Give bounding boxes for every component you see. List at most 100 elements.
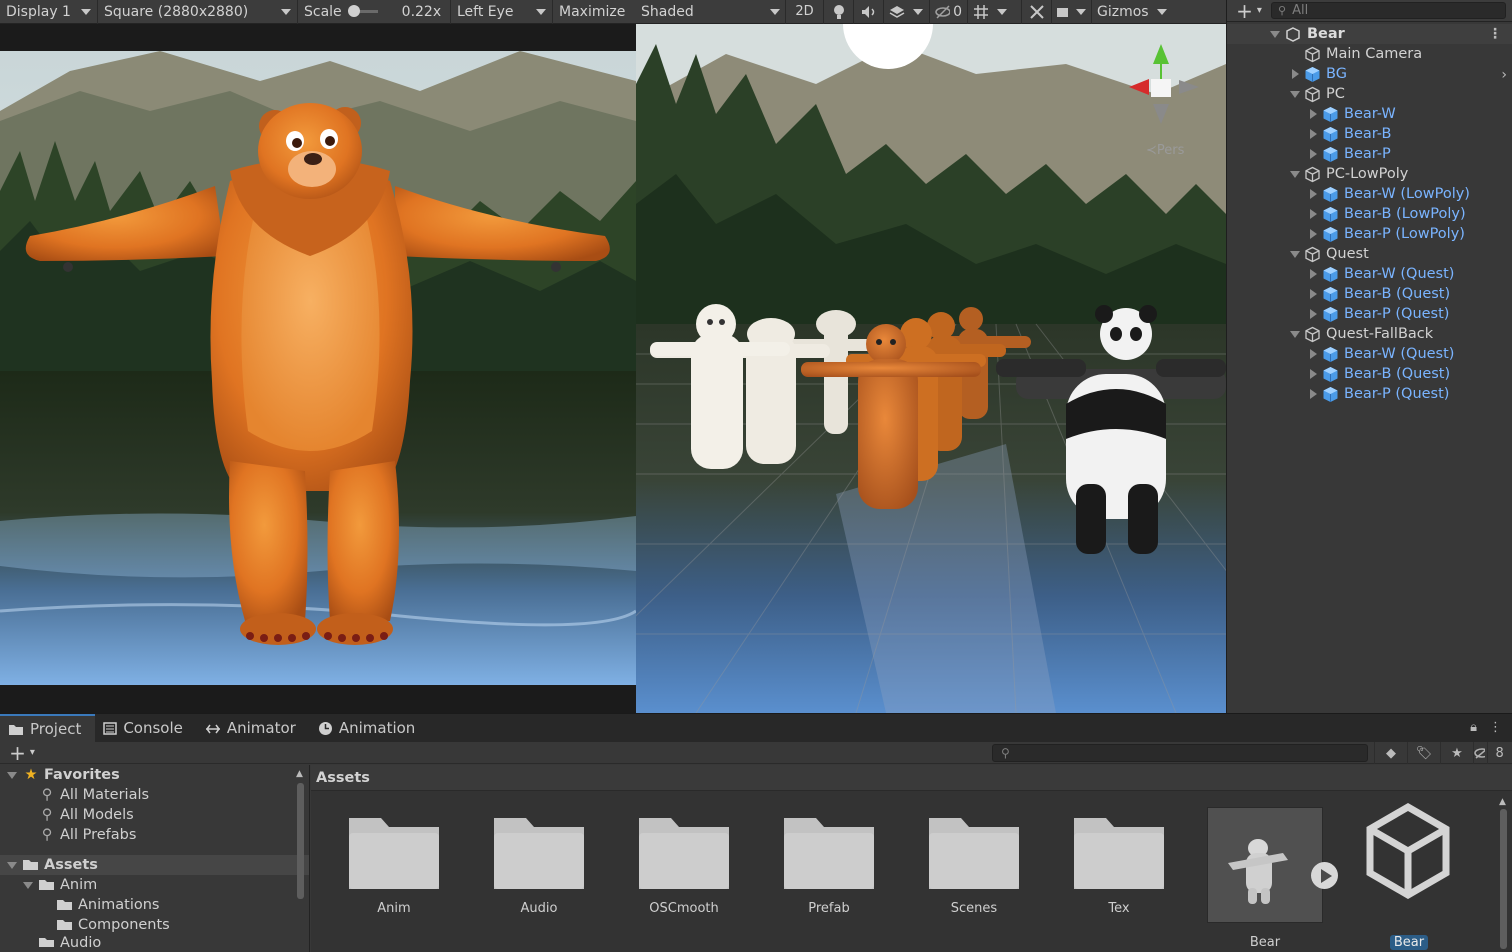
- hierarchy-item[interactable]: Bear-W (Quest): [1227, 264, 1512, 284]
- expand-arrow-icon[interactable]: [1269, 28, 1281, 40]
- lock-icon[interactable]: 🔒︎: [1470, 720, 1477, 735]
- expand-arrow-icon[interactable]: [22, 879, 34, 891]
- create-button[interactable]: + ▾: [1227, 0, 1271, 23]
- display-dropdown[interactable]: Display 1: [0, 0, 98, 24]
- shading-dropdown[interactable]: Shaded: [636, 0, 786, 24]
- expand-arrow-icon[interactable]: [1307, 368, 1319, 380]
- expand-arrow-icon[interactable]: [1307, 268, 1319, 280]
- folder-row-anim[interactable]: Anim: [0, 875, 309, 895]
- hierarchy-item[interactable]: Bear-B (Quest): [1227, 364, 1512, 384]
- expand-arrow-icon[interactable]: [1289, 168, 1301, 180]
- grid-dropdown[interactable]: [968, 0, 1022, 24]
- assets-row[interactable]: Assets: [0, 855, 309, 875]
- effects-dropdown[interactable]: [884, 0, 930, 24]
- expand-arrow-icon[interactable]: [1307, 228, 1319, 240]
- expand-arrow-icon[interactable]: [1307, 128, 1319, 140]
- hierarchy-item[interactable]: Bear-W (Quest): [1227, 344, 1512, 364]
- prefab-cube-icon: [1305, 66, 1320, 82]
- project-create-button[interactable]: + ▾: [0, 741, 44, 765]
- filter-by-type-icon[interactable]: ◆: [1374, 742, 1407, 764]
- open-prefab-chevron-icon[interactable]: ›: [1501, 67, 1507, 83]
- expand-arrow-icon[interactable]: [1307, 388, 1319, 400]
- game-view[interactable]: Display 1 Square (2880x2880) Scale 0.22x…: [0, 0, 636, 713]
- favorite-item[interactable]: ⚲ All Materials: [0, 785, 309, 805]
- hierarchy-item[interactable]: Bear-B (LowPoly): [1227, 204, 1512, 224]
- hierarchy-item[interactable]: Bear-W: [1227, 104, 1512, 124]
- hierarchy-item[interactable]: Bear-W (LowPoly): [1227, 184, 1512, 204]
- gizmos-dropdown[interactable]: Gizmos: [1092, 0, 1178, 24]
- expand-arrow-icon[interactable]: [1307, 288, 1319, 300]
- hierarchy-item[interactable]: Main Camera: [1227, 44, 1512, 64]
- asset-folder[interactable]: Tex: [1064, 813, 1174, 916]
- 2d-toggle[interactable]: 2D: [786, 0, 824, 24]
- hierarchy-item[interactable]: Bear-B (Quest): [1227, 284, 1512, 304]
- hierarchy-search-input[interactable]: ⚲ All: [1271, 2, 1506, 19]
- scale-slider-knob[interactable]: [347, 5, 360, 17]
- tools-toggle[interactable]: [1022, 0, 1052, 24]
- favorite-item[interactable]: ⚲ All Models: [0, 805, 309, 825]
- assets-scrollbar[interactable]: ▲: [1499, 797, 1508, 949]
- scene-view[interactable]: Shaded 2D 0 Gizmos ≺Pers: [636, 0, 1226, 713]
- eye-dropdown[interactable]: Left Eye: [451, 0, 553, 24]
- scale-control[interactable]: Scale 0.22x: [298, 0, 451, 24]
- asset-folder[interactable]: Anim: [339, 813, 449, 916]
- hierarchy-item[interactable]: Bear-P (Quest): [1227, 384, 1512, 404]
- tab-animation[interactable]: Animation: [310, 714, 429, 742]
- hierarchy-item[interactable]: PC: [1227, 84, 1512, 104]
- hierarchy-item[interactable]: Quest-FallBack: [1227, 324, 1512, 344]
- filter-by-label-icon[interactable]: 🏷︎: [1407, 742, 1440, 764]
- expand-prefab-play-icon[interactable]: [1311, 862, 1338, 889]
- kebab-menu-icon[interactable]: ⋮: [1489, 720, 1502, 735]
- aspect-dropdown[interactable]: Square (2880x2880): [98, 0, 298, 24]
- tab-project[interactable]: Project: [0, 714, 96, 742]
- hierarchy-item[interactable]: Bear-P (LowPoly): [1227, 224, 1512, 244]
- expand-arrow-icon[interactable]: [1289, 248, 1301, 260]
- lighting-toggle[interactable]: [824, 0, 854, 24]
- scale-slider[interactable]: [347, 5, 378, 17]
- folder-row-audio[interactable]: Audio: [0, 935, 309, 947]
- asset-folder[interactable]: OSCmooth: [629, 813, 739, 916]
- scene-header[interactable]: Bear ⋮: [1227, 24, 1512, 44]
- folder-icon: [349, 818, 439, 889]
- hierarchy-item[interactable]: PC-LowPoly: [1227, 164, 1512, 184]
- camera-dropdown[interactable]: [1052, 0, 1092, 24]
- hierarchy-item[interactable]: Quest: [1227, 244, 1512, 264]
- hidden-packages-toggle[interactable]: 8: [1473, 742, 1511, 764]
- tree-scrollbar[interactable]: ▲: [296, 769, 306, 952]
- expand-arrow-icon[interactable]: [6, 859, 18, 871]
- scene-visibility-toggle[interactable]: 0: [930, 0, 968, 24]
- kebab-menu-icon[interactable]: ⋮: [1488, 26, 1502, 42]
- expand-arrow-icon[interactable]: [1307, 108, 1319, 120]
- hierarchy-item[interactable]: Bear-P (Quest): [1227, 304, 1512, 324]
- asset-folder[interactable]: Scenes: [919, 813, 1029, 916]
- assets-scrollbar-thumb[interactable]: [1500, 809, 1507, 949]
- folder-row-animations[interactable]: Animations: [0, 895, 309, 915]
- hierarchy-item[interactable]: Bear-P: [1227, 144, 1512, 164]
- favorites-row[interactable]: ★ Favorites: [0, 765, 309, 785]
- hierarchy-item[interactable]: Bear-B: [1227, 124, 1512, 144]
- expand-arrow-icon[interactable]: [1307, 308, 1319, 320]
- breadcrumb-assets[interactable]: Assets: [316, 770, 370, 786]
- hierarchy-item-label: Bear-P (Quest): [1344, 386, 1450, 402]
- audio-toggle[interactable]: [854, 0, 884, 24]
- project-search-input[interactable]: ⚲: [992, 744, 1368, 762]
- favorite-item[interactable]: ⚲ All Prefabs: [0, 825, 309, 845]
- expand-arrow-icon[interactable]: [1289, 328, 1301, 340]
- expand-arrow-icon[interactable]: [1289, 88, 1301, 100]
- tree-scrollbar-thumb[interactable]: [297, 783, 304, 899]
- asset-folder[interactable]: Audio: [484, 813, 594, 916]
- expand-arrow-icon[interactable]: [1307, 188, 1319, 200]
- expand-arrow-icon[interactable]: [1307, 348, 1319, 360]
- search-placeholder: All: [1292, 3, 1309, 18]
- expand-arrow-icon[interactable]: [1307, 148, 1319, 160]
- maximize-toggle[interactable]: Maximize: [553, 0, 636, 24]
- tab-animator[interactable]: Animator: [197, 714, 310, 742]
- asset-folder[interactable]: Prefab: [774, 813, 884, 916]
- hierarchy-item[interactable]: BG ›: [1227, 64, 1512, 84]
- expand-arrow-icon[interactable]: [1307, 208, 1319, 220]
- tab-console[interactable]: Console: [95, 714, 197, 742]
- favorites-star-icon[interactable]: ★: [1440, 742, 1473, 764]
- folder-row-components[interactable]: Components: [0, 915, 309, 935]
- expand-arrow-icon[interactable]: [6, 769, 18, 781]
- expand-arrow-icon[interactable]: [1289, 68, 1301, 80]
